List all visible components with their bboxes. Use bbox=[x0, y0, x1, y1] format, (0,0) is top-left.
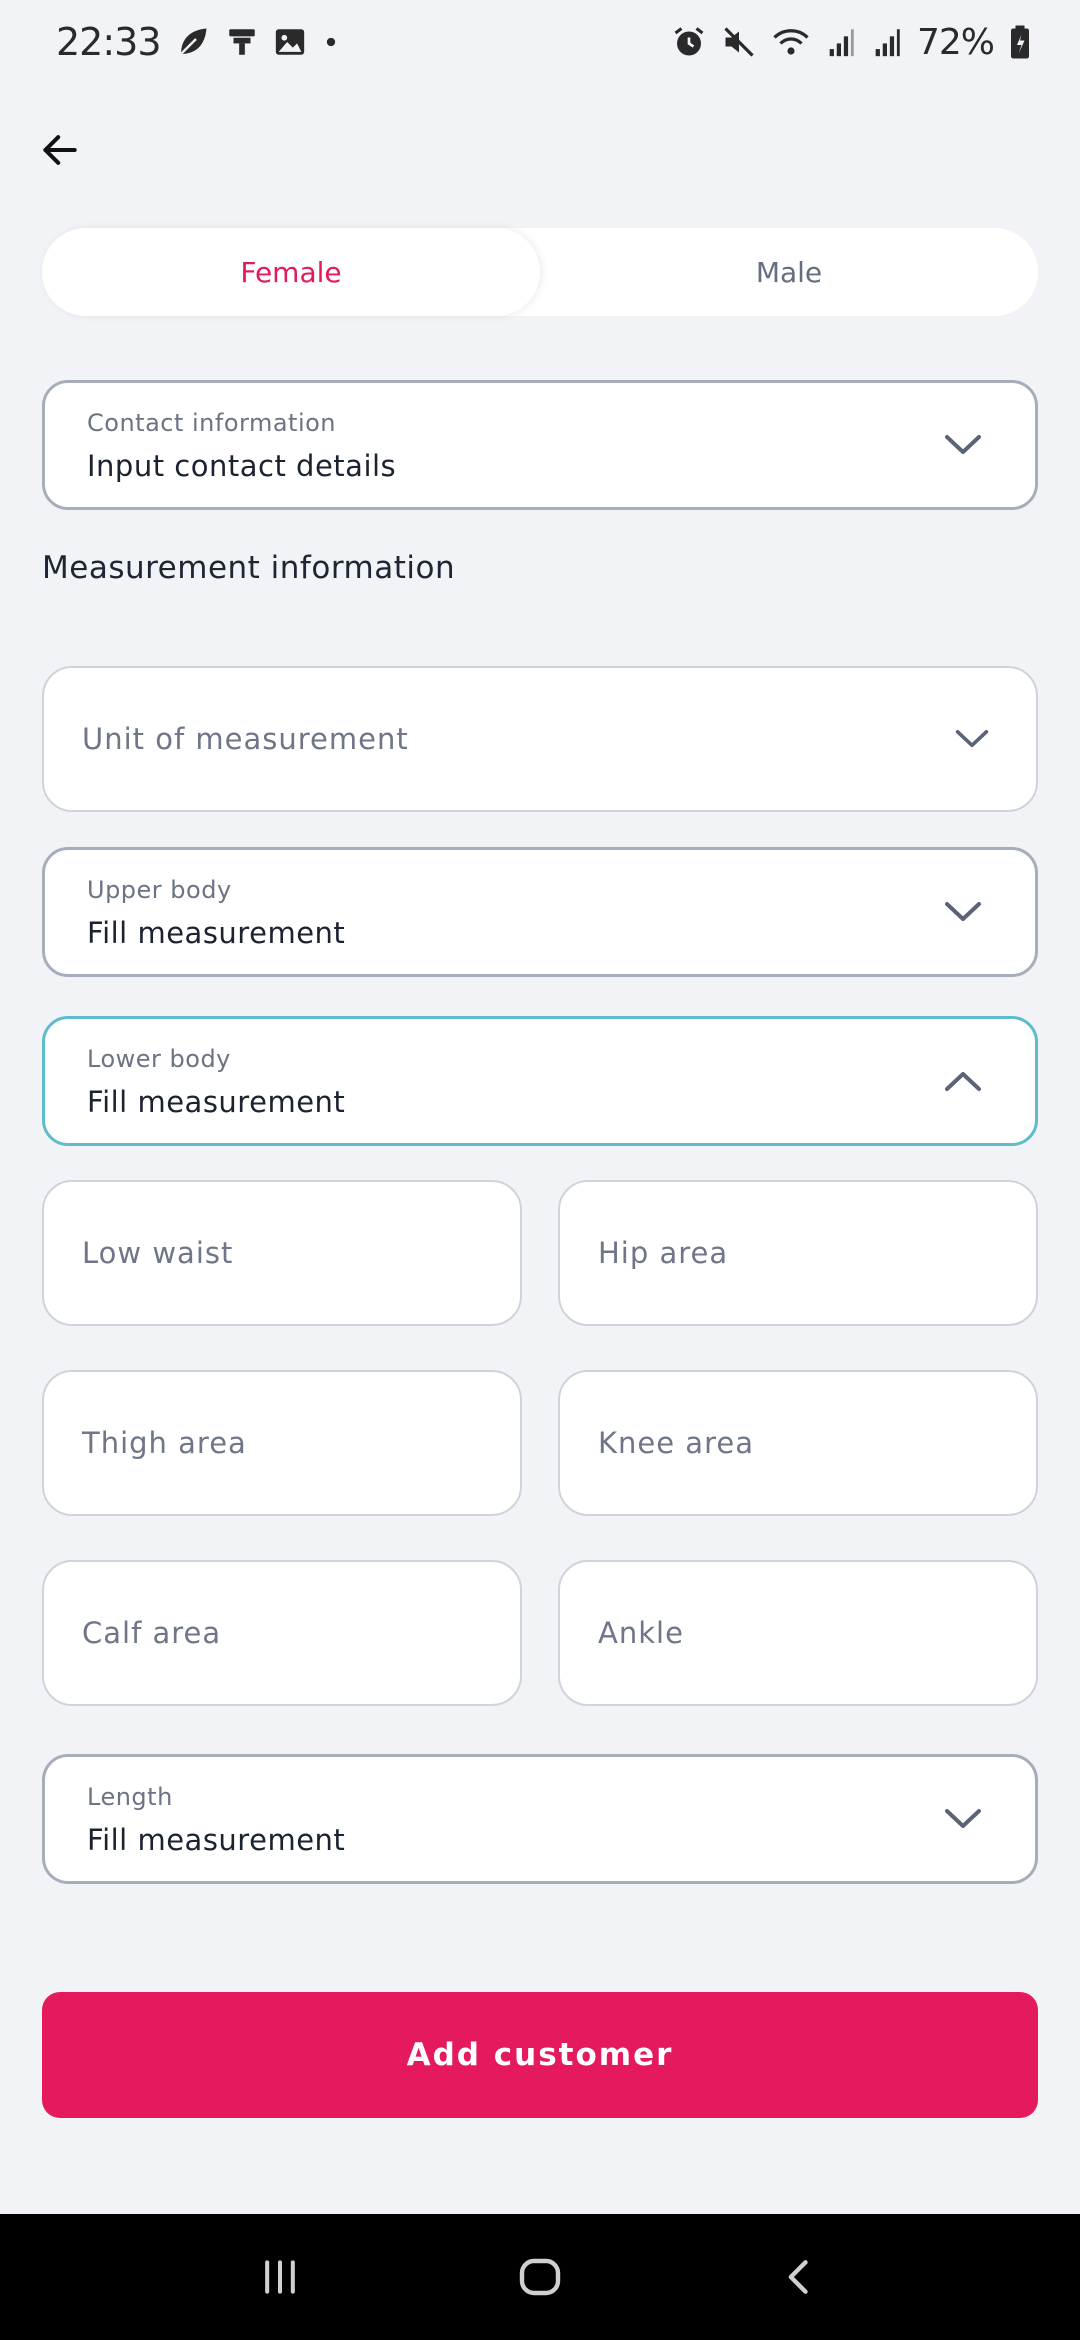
contact-information-value: Input contact details bbox=[87, 449, 397, 483]
ankle-placeholder: Ankle bbox=[598, 1616, 684, 1650]
recent-apps-button[interactable] bbox=[240, 2237, 320, 2317]
signal-icon bbox=[871, 25, 903, 59]
lower-body-value: Fill measurement bbox=[87, 1085, 346, 1119]
wifi-icon bbox=[771, 24, 811, 60]
upper-body-value: Fill measurement bbox=[87, 916, 346, 950]
signal-icon bbox=[825, 25, 857, 59]
gender-option-female[interactable]: Female bbox=[42, 228, 540, 316]
image-icon bbox=[273, 25, 307, 59]
chevron-up-icon bbox=[943, 1063, 983, 1099]
chevron-down-icon bbox=[943, 1801, 983, 1837]
gender-option-male[interactable]: Male bbox=[540, 228, 1038, 316]
chevron-down-icon bbox=[952, 721, 992, 757]
contact-information-select[interactable]: Contact information Input contact detail… bbox=[42, 380, 1038, 510]
low-waist-placeholder: Low waist bbox=[82, 1236, 234, 1270]
status-right: 72% bbox=[671, 22, 1032, 63]
thigh-area-placeholder: Thigh area bbox=[82, 1426, 247, 1460]
upper-body-select[interactable]: Upper body Fill measurement bbox=[42, 847, 1038, 977]
low-waist-input[interactable]: Low waist bbox=[42, 1180, 522, 1326]
back-button[interactable] bbox=[32, 122, 88, 178]
knee-area-input[interactable]: Knee area bbox=[558, 1370, 1038, 1516]
mute-icon bbox=[721, 24, 757, 60]
status-bar: 22:33 72% bbox=[0, 0, 1080, 84]
status-time: 22:33 bbox=[56, 20, 162, 64]
arrow-left-icon bbox=[43, 135, 77, 165]
lower-body-label: Lower body bbox=[87, 1045, 231, 1073]
knee-area-placeholder: Knee area bbox=[598, 1426, 754, 1460]
chevron-left-icon bbox=[788, 2260, 808, 2294]
pin-icon bbox=[225, 25, 259, 59]
status-left: 22:33 bbox=[56, 20, 341, 64]
home-button[interactable] bbox=[500, 2237, 580, 2317]
hip-area-input[interactable]: Hip area bbox=[558, 1180, 1038, 1326]
length-value: Fill measurement bbox=[87, 1823, 346, 1857]
add-customer-screen: 22:33 72% Female Male Contact informatio… bbox=[0, 0, 1080, 2340]
calf-area-input[interactable]: Calf area bbox=[42, 1560, 522, 1706]
alarm-icon bbox=[671, 24, 707, 60]
back-nav-button[interactable] bbox=[760, 2237, 840, 2317]
chevron-down-icon bbox=[943, 894, 983, 930]
chevron-down-icon bbox=[943, 427, 983, 463]
measurement-section-title: Measurement information bbox=[42, 550, 456, 586]
home-icon bbox=[519, 2258, 561, 2296]
recent-apps-icon bbox=[265, 2260, 295, 2294]
leaf-icon bbox=[175, 24, 211, 60]
contact-information-label: Contact information bbox=[87, 409, 337, 437]
ankle-input[interactable]: Ankle bbox=[558, 1560, 1038, 1706]
unit-of-measurement-select[interactable]: Unit of measurement bbox=[42, 666, 1038, 812]
length-select[interactable]: Length Fill measurement bbox=[42, 1754, 1038, 1884]
hip-area-placeholder: Hip area bbox=[598, 1236, 729, 1270]
battery-percent: 72% bbox=[916, 21, 995, 63]
gender-toggle: Female Male bbox=[42, 228, 1038, 316]
battery-icon bbox=[1008, 24, 1032, 60]
thigh-area-input[interactable]: Thigh area bbox=[42, 1370, 522, 1516]
system-navigation-bar bbox=[0, 2214, 1080, 2340]
dot-icon bbox=[321, 32, 341, 52]
lower-body-select[interactable]: Lower body Fill measurement bbox=[42, 1016, 1038, 1146]
add-customer-button[interactable]: Add customer bbox=[42, 1992, 1038, 2118]
upper-body-label: Upper body bbox=[87, 876, 232, 904]
calf-area-placeholder: Calf area bbox=[82, 1616, 222, 1650]
length-label: Length bbox=[87, 1783, 173, 1811]
unit-of-measurement-placeholder: Unit of measurement bbox=[82, 722, 409, 756]
